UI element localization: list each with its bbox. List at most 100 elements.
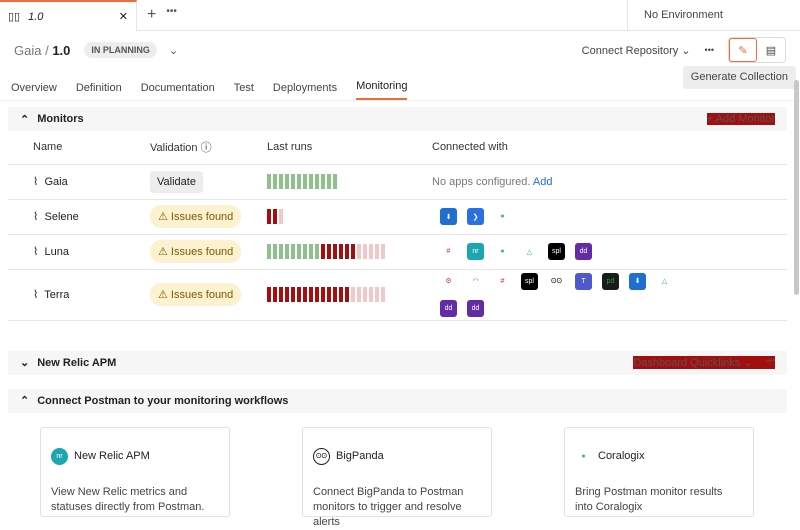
add-monitor-button[interactable]: + Add Monitor <box>707 113 775 125</box>
validate-button[interactable]: Validate <box>150 170 203 193</box>
monitors-section-header[interactable]: ⌃ Monitors + Add Monitor <box>8 107 787 131</box>
more-icon[interactable]: ••• <box>705 45 714 55</box>
chevron-down-icon[interactable]: ⌄ <box>20 356 29 369</box>
run-pass-bar[interactable] <box>279 174 283 189</box>
monitor-name[interactable]: Terra <box>44 289 69 301</box>
issues-badge[interactable]: ⚠ Issues found <box>150 240 242 263</box>
opsgenie-icon[interactable]: ⬇ <box>440 208 457 225</box>
run-pending-bar[interactable] <box>279 209 283 224</box>
tab-monitoring[interactable]: Monitoring <box>356 80 408 100</box>
monitor-name[interactable]: Selene <box>45 211 79 223</box>
run-pass-bar[interactable] <box>279 244 283 259</box>
table-row[interactable]: ⌇ Gaia Validate No apps configured. Add <box>8 164 787 200</box>
run-pass-bar[interactable] <box>327 174 331 189</box>
run-pending-bar[interactable] <box>357 244 361 259</box>
new-relic-icon[interactable]: nr <box>467 243 484 260</box>
run-pass-bar[interactable] <box>315 244 319 259</box>
run-fail-bar[interactable] <box>291 287 295 302</box>
connect-section-header[interactable]: ⌃ Connect Postman to your monitoring wor… <box>8 388 787 413</box>
run-pass-bar[interactable] <box>285 174 289 189</box>
info-icon[interactable]: ⓘ <box>201 142 212 154</box>
run-fail-bar[interactable] <box>345 244 349 259</box>
run-pass-bar[interactable] <box>333 174 337 189</box>
integration-card-new-relic[interactable]: nr New Relic APM View New Relic metrics an… <box>40 426 230 517</box>
lightstep-icon[interactable]: △ <box>521 243 538 260</box>
run-fail-bar[interactable] <box>321 287 325 302</box>
run-pass-bar[interactable] <box>321 174 325 189</box>
opsgenie-icon[interactable]: ⬇ <box>629 272 646 290</box>
run-fail-bar[interactable] <box>351 244 355 259</box>
run-pending-bar[interactable] <box>357 287 361 302</box>
run-pass-bar[interactable] <box>291 244 295 259</box>
integration-card-coralogix[interactable]: ● Coralogix Bring Postman monitor results … <box>564 426 754 517</box>
power-automate-icon[interactable]: ❯ <box>467 208 484 225</box>
bigpanda-icon[interactable]: ʘʘ <box>548 272 565 290</box>
tab-api-version[interactable]: ▯▯ 1.0 ✕ <box>0 0 137 31</box>
chevron-up-icon[interactable]: ⌃ <box>20 113 29 126</box>
statuspage-icon[interactable]: ◠ <box>467 272 484 290</box>
new-tab-button[interactable]: + <box>147 6 156 30</box>
run-pass-bar[interactable] <box>291 174 295 189</box>
run-pass-bar[interactable] <box>315 174 319 189</box>
splunk-icon[interactable]: spl <box>521 272 538 290</box>
tab-test[interactable]: Test <box>234 82 254 100</box>
run-fail-bar[interactable] <box>333 244 337 259</box>
run-pass-bar[interactable] <box>309 244 313 259</box>
datadog-icon[interactable]: dd <box>575 243 592 260</box>
run-pending-bar[interactable] <box>375 287 379 302</box>
run-pending-bar[interactable] <box>381 287 385 302</box>
environment-select[interactable]: No Environment <box>627 0 800 31</box>
tab-definition[interactable]: Definition <box>76 82 122 100</box>
close-icon[interactable]: ✕ <box>119 10 128 23</box>
more-icon[interactable]: ••• <box>767 356 775 369</box>
run-fail-bar[interactable] <box>267 287 271 302</box>
integration-card-bigpanda[interactable]: ʘʘ BigPanda Connect BigPanda to Postman mo… <box>302 426 492 528</box>
run-pass-bar[interactable] <box>273 174 277 189</box>
run-fail-bar[interactable] <box>321 244 325 259</box>
more-tabs-icon[interactable]: ••• <box>166 6 177 30</box>
chevron-down-icon[interactable]: ⌄ <box>169 44 178 57</box>
run-pass-bar[interactable] <box>273 244 277 259</box>
dashboard-quicklinks-dropdown[interactable]: Dashboard Quicklinks ⌄ <box>633 356 752 369</box>
run-fail-bar[interactable] <box>285 287 289 302</box>
chevron-up-icon[interactable]: ⌃ <box>20 394 29 407</box>
generate-collection-button[interactable]: Generate Collection <box>682 66 796 89</box>
datadog-icon[interactable]: dd <box>440 299 457 317</box>
run-pending-bar[interactable] <box>363 287 367 302</box>
coralogix-icon[interactable]: ● <box>494 243 511 260</box>
coralogix-icon[interactable]: ● <box>494 208 511 225</box>
lightstep-icon[interactable]: △ <box>656 272 673 290</box>
run-fail-bar[interactable] <box>279 287 283 302</box>
tab-documentation[interactable]: Documentation <box>141 82 215 100</box>
run-pass-bar[interactable] <box>285 244 289 259</box>
run-fail-bar[interactable] <box>327 244 331 259</box>
tab-overview[interactable]: Overview <box>11 82 57 100</box>
run-fail-bar[interactable] <box>345 287 349 302</box>
issues-badge[interactable]: ⚠ Issues found <box>150 205 242 228</box>
edit-icon[interactable]: ✎ <box>729 38 757 62</box>
run-pending-bar[interactable] <box>381 244 385 259</box>
new-relic-section-header[interactable]: ⌄ New Relic APM Dashboard Quicklinks ⌄ ••… <box>8 350 787 375</box>
project-link[interactable]: Gaia <box>14 43 41 58</box>
pagerduty-icon[interactable]: pd <box>602 272 619 290</box>
add-app-link[interactable]: Add <box>533 176 553 188</box>
monitor-name[interactable]: Gaia <box>45 176 68 188</box>
run-fail-bar[interactable] <box>339 287 343 302</box>
run-fail-bar[interactable] <box>303 287 307 302</box>
webhook-icon[interactable]: ⚙ <box>440 272 457 290</box>
slack-icon[interactable]: # <box>440 243 457 260</box>
run-fail-bar[interactable] <box>315 287 319 302</box>
run-pass-bar[interactable] <box>303 174 307 189</box>
monitor-name[interactable]: Luna <box>45 246 69 258</box>
run-fail-bar[interactable] <box>267 209 271 224</box>
run-fail-bar[interactable] <box>309 287 313 302</box>
table-row[interactable]: ⌇ Terra ⚠ Issues found ⚙ ◠ # spl ʘʘ Tpd ⬇ △ dd dd <box>8 269 787 321</box>
tab-deployments[interactable]: Deployments <box>273 82 337 100</box>
issues-badge[interactable]: ⚠ Issues found <box>150 283 242 306</box>
run-pass-bar[interactable] <box>297 244 301 259</box>
table-row[interactable]: ⌇ Luna ⚠ Issues found # nr ● △ spl dd <box>8 234 787 270</box>
run-pass-bar[interactable] <box>267 174 271 189</box>
run-fail-bar[interactable] <box>297 287 301 302</box>
run-pending-bar[interactable] <box>375 244 379 259</box>
run-pending-bar[interactable] <box>369 287 373 302</box>
